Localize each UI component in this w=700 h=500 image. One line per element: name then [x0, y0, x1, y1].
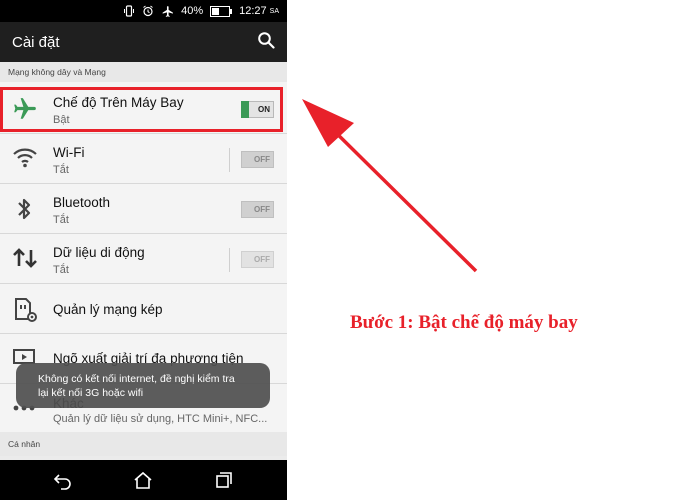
bluetooth-toggle[interactable]: OFF [241, 201, 274, 218]
app-bar: Cài đặt [0, 22, 287, 62]
list-item-sub: Quản lý dữ liệu sử dụng, HTC Mini+, NFC.… [53, 413, 268, 425]
list-item-sub: Tắt [53, 264, 69, 276]
annotation-arrow [302, 99, 478, 273]
dual-sim-icon [12, 296, 40, 324]
mobile-data-toggle[interactable]: OFF [241, 251, 274, 268]
list-item-mobile-data[interactable]: Dữ liệu di động Tắt OFF [0, 234, 287, 284]
highlight-box [0, 87, 283, 132]
toast-line-2: lại kết nối 3G hoặc wifi [38, 387, 144, 399]
toggle-text: OFF [254, 155, 270, 164]
list-item-label: Bluetooth [53, 195, 111, 210]
home-icon[interactable] [133, 470, 153, 490]
toggle-text: OFF [254, 205, 270, 214]
list-item-label: Dữ liệu di động [53, 245, 145, 260]
divider [229, 248, 230, 272]
step-annotation: Bước 1: Bật chế độ máy bay [350, 312, 578, 333]
recent-apps-icon[interactable] [214, 470, 234, 490]
bluetooth-icon [15, 196, 43, 224]
list-item-label: Quản lý mạng kép [53, 302, 163, 317]
alarm-icon [142, 5, 154, 17]
toast-line-1: Không có kết nối internet, đề nghị kiểm … [38, 373, 235, 385]
battery-icon [210, 5, 233, 17]
divider [229, 148, 230, 172]
section-header-wireless: Mạng không dây và Mạng [0, 62, 287, 82]
vibrate-icon [123, 5, 135, 17]
section-header-personal: Cá nhân [0, 432, 287, 456]
back-icon[interactable] [53, 470, 73, 490]
battery-percent: 40% [181, 5, 204, 17]
list-item-sub: Tắt [53, 164, 69, 176]
list-item-sub: Tắt [53, 214, 69, 226]
list-item-dual-network[interactable]: Quản lý mạng kép [0, 284, 287, 334]
wifi-toggle[interactable]: OFF [241, 151, 274, 168]
list-item-label: Wi-Fi [53, 145, 85, 160]
clock-ampm: SA [269, 7, 279, 15]
airplane-status-icon [161, 5, 174, 18]
list-item-bluetooth[interactable]: Bluetooth Tắt OFF [0, 184, 287, 234]
search-icon[interactable] [257, 31, 275, 54]
list-item-wifi[interactable]: Wi-Fi Tắt OFF [0, 134, 287, 184]
mobile-data-icon [12, 246, 40, 274]
toast-message: Không có kết nối internet, đề nghị kiểm … [16, 363, 270, 408]
navigation-bar [0, 460, 287, 500]
clock: 12:27 [239, 5, 267, 17]
toggle-text: OFF [254, 255, 270, 264]
phone-screen: 40% 12:27 SA Cài đặt Mạng không dây và M… [0, 0, 287, 500]
wifi-icon [12, 146, 40, 174]
status-bar: 40% 12:27 SA [0, 0, 287, 22]
page-title: Cài đặt [12, 33, 60, 51]
